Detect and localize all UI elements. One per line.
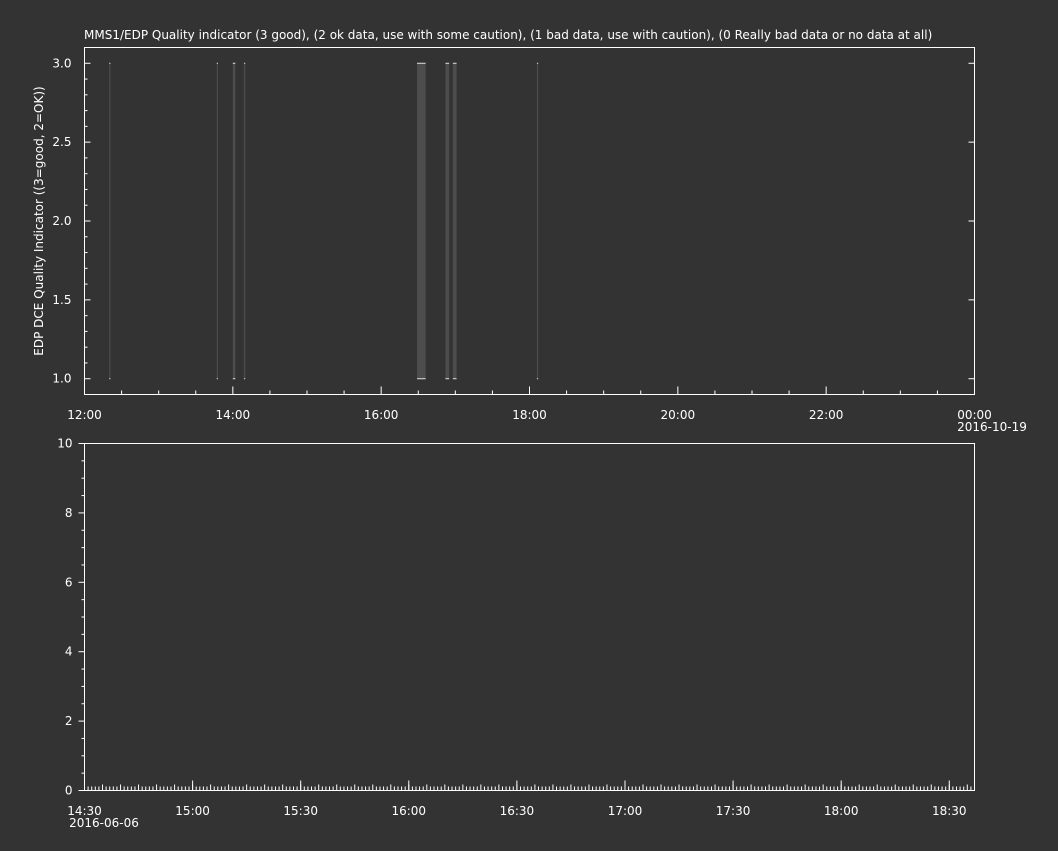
y-axis-ticks-top: 1.0 1.5 2.0 2.5 3.0: [52, 56, 975, 386]
x-axis-date-label: 2016-10-19: [957, 420, 1027, 434]
y-tick-label: 3.0: [52, 56, 71, 70]
x-tick-label: 17:00: [608, 804, 643, 818]
quality-bar: [417, 63, 426, 379]
x-tick-label: 20:00: [661, 408, 696, 422]
x-tick-label: 14:00: [216, 408, 251, 422]
quality-bar: [216, 63, 218, 379]
quality-bar: [232, 63, 236, 379]
y-tick-label: 2: [65, 714, 73, 728]
x-axis-date-label: 2016-06-06: [69, 816, 139, 830]
y-tick-label: 6: [65, 575, 73, 589]
plot-frame-bottom: [84, 443, 975, 791]
chart-title: MMS1/EDP Quality indicator (3 good), (2 …: [84, 28, 932, 42]
y-tick-label: 2.0: [52, 214, 71, 228]
y-tick-label: 2.5: [52, 135, 71, 149]
y-tick-label: 1.0: [52, 372, 71, 386]
x-tick-label: 18:00: [512, 408, 547, 422]
quality-bars: [109, 62, 539, 380]
x-tick-label: 18:00: [824, 804, 859, 818]
quality-bar: [536, 63, 539, 379]
quality-indicator-panel: MMS1/EDP Quality indicator (3 good), (2 …: [32, 28, 1027, 434]
quality-bar: [452, 63, 457, 379]
y-tick-label: 1.5: [52, 293, 71, 307]
empty-time-panel: 14:30 15:00 15:30 16:00 16:30 17:00 17:30 18:00…: [57, 437, 975, 830]
x-tick-label: 15:30: [283, 804, 318, 818]
x-tick-label: 15:00: [175, 804, 210, 818]
y-tick-label: 10: [57, 437, 72, 451]
x-tick-label: 16:00: [391, 804, 426, 818]
x-tick-label: 16:30: [500, 804, 535, 818]
quality-bar: [109, 63, 111, 379]
x-tick-label: 18:30: [932, 804, 967, 818]
x-tick-label: 17:30: [716, 804, 751, 818]
quality-bar: [243, 63, 246, 379]
y-tick-label: 4: [65, 645, 73, 659]
x-axis-ticks-top: 12:00 14:00 16:00 18:00 20:00 22:00 00:00: [67, 386, 992, 422]
y-axis-ticks-bottom: 0 2 4 6 8 10: [57, 437, 85, 798]
x-tick-label: 22:00: [809, 408, 844, 422]
x-tick-label: 16:00: [364, 408, 399, 422]
x-tick-label: 12:00: [67, 408, 102, 422]
y-tick-label: 0: [65, 784, 73, 798]
quality-bar: [445, 63, 450, 379]
chart-canvas: MMS1/EDP Quality indicator (3 good), (2 …: [32, 28, 1027, 830]
y-axis-label: EDP DCE Quality Indicator ((3=good, 2=OK…: [32, 86, 46, 355]
x-axis-ticks-bottom: 14:30 15:00 15:30 16:00 16:30 17:00 17:30 18:00…: [67, 780, 967, 818]
y-tick-label: 8: [65, 506, 73, 520]
